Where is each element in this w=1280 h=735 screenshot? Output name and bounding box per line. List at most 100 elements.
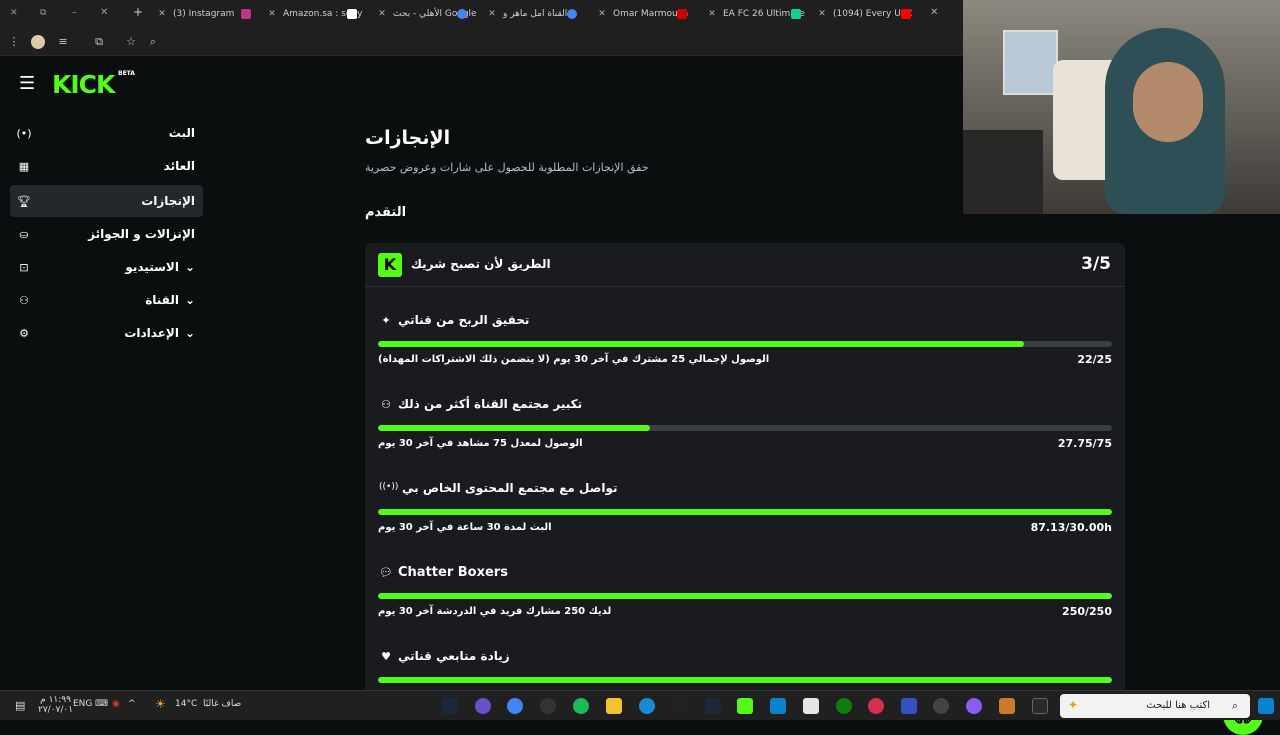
futbin-icon: [791, 9, 801, 19]
weather-temp[interactable]: 14°C: [175, 699, 197, 709]
sidebar-item-drops[interactable]: ⛀ الإنزالات و الجوائز: [10, 218, 203, 250]
task-view-icon[interactable]: [1032, 698, 1048, 714]
trophy-icon: 🏆︎: [17, 194, 31, 208]
app-icon[interactable]: [475, 698, 491, 714]
instagram-icon: [241, 9, 251, 19]
kick-app-icon[interactable]: [737, 698, 753, 714]
progress-heading: التقدم: [365, 205, 407, 220]
close-icon[interactable]: ✕: [817, 9, 827, 19]
close-icon[interactable]: ✕: [157, 9, 167, 19]
tab-ea-fc[interactable]: ✕ EA FC 26 Ultimate: [707, 4, 811, 24]
close-icon[interactable]: ✕: [267, 9, 277, 19]
store-icon[interactable]: [803, 698, 819, 714]
tab-search-icon[interactable]: ⧉: [40, 8, 46, 18]
sidebar-item-label: الإنجازات: [141, 194, 195, 208]
notification-icon[interactable]: ▤: [15, 699, 25, 712]
sidebar-item-studio-label: الاستيديو ⌄: [125, 260, 195, 274]
menu-dots-icon[interactable]: ⋮: [6, 34, 22, 50]
tab-google-search[interactable]: ✕ الأهلي - بحث Google: [377, 4, 477, 24]
chrome-icon[interactable]: [507, 698, 523, 714]
close-tab-icon[interactable]: ✕: [100, 7, 108, 18]
chat-icon: 💬︎: [379, 566, 393, 579]
close-icon[interactable]: ✕: [930, 7, 938, 18]
sidebar-item-channel-label: القناة ⌄: [145, 293, 195, 307]
chevron-down-icon: ⌄: [184, 260, 195, 274]
spotify-icon[interactable]: [573, 698, 589, 714]
sparkle-icon: ✦: [381, 314, 391, 327]
clock[interactable]: ١١:٩٩ م ٢٧/٠٧/٠١: [38, 695, 73, 715]
language-indicator[interactable]: ENG: [73, 699, 92, 709]
google-icon: [567, 9, 577, 19]
settings-app-icon[interactable]: [933, 698, 949, 714]
card-header[interactable]: K الطريق لأن تصبح شريك 3/5: [365, 243, 1125, 287]
hamburger-menu-icon[interactable]: ☰: [19, 73, 35, 94]
obs-icon[interactable]: [540, 698, 556, 714]
windows-taskbar: ▤ ١١:٩٩ م ٢٧/٠٧/٠١ ENG ⌨ ◉ ^ ☀ 14°C صاف …: [0, 690, 1280, 720]
close-icon[interactable]: ✕: [707, 9, 717, 19]
network-icon[interactable]: ⌨: [95, 699, 108, 709]
page-title: الإنجازات: [365, 127, 451, 149]
game-app-icon[interactable]: [999, 698, 1015, 714]
tab-omar-marmoush[interactable]: ✕ Omar Marmoush: [597, 4, 697, 24]
heart-icon: ♥: [381, 650, 391, 663]
achievement-item: ✦ تحقيق الربح من قناتي الوصول لإجمالي 25…: [365, 313, 1125, 397]
youtube-icon: [901, 9, 911, 19]
close-icon[interactable]: ✕: [377, 9, 387, 19]
kick-k-icon: K: [378, 253, 402, 277]
mail-icon[interactable]: [770, 698, 786, 714]
zoom-icon[interactable]: ⌕: [145, 34, 161, 50]
chevron-down-icon: ⌄: [184, 326, 195, 340]
tab-instagram[interactable]: ✕ (3) Instagram: [157, 4, 261, 24]
channel-icon: ⚇: [19, 293, 29, 307]
start-windows-icon[interactable]: [1258, 698, 1274, 714]
partner-path-card: K الطريق لأن تصبح شريك 3/5 ✦ تحقيق الربح…: [365, 243, 1125, 703]
chevron-down-icon: ⌄: [184, 293, 195, 307]
copilot-icon[interactable]: [966, 698, 982, 714]
beta-badge: BETA: [118, 70, 135, 77]
achievement-desc: البث لمدة 30 ساعة في آخر 30 يوم: [378, 522, 552, 533]
sidebar-item-studio[interactable]: ⊡ الاستيديو ⌄: [10, 251, 203, 283]
edge-icon[interactable]: [639, 698, 655, 714]
clock-date: ٢٧/٠٧/٠١: [38, 705, 74, 715]
search-icon: ⌕: [1231, 699, 1238, 712]
sidebar-item-revenue[interactable]: ▦ العائد: [10, 150, 203, 182]
achievement-title: زيادة متابعي قناتي: [398, 649, 510, 663]
app-red-icon[interactable]: [868, 698, 884, 714]
tray-chevron-icon[interactable]: ^: [128, 699, 136, 709]
weather-text[interactable]: صاف غالبًا: [203, 699, 241, 709]
kick-logo[interactable]: KICK: [52, 70, 115, 99]
app-blue-icon[interactable]: [901, 698, 917, 714]
google-icon: [457, 9, 467, 19]
new-tab-icon[interactable]: +: [133, 5, 143, 19]
file-explorer-icon[interactable]: [606, 698, 622, 714]
terminal-icon[interactable]: [672, 698, 688, 714]
extensions-icon[interactable]: ⧉: [91, 34, 107, 50]
steam-icon[interactable]: [442, 698, 458, 714]
close-icon[interactable]: ✕: [487, 9, 497, 19]
close-icon[interactable]: ✕: [597, 9, 607, 19]
minimize-icon[interactable]: –: [72, 7, 77, 18]
tab-label: القناة امل ماهر و...: [503, 9, 576, 19]
profile-avatar[interactable]: [31, 35, 45, 49]
bookmark-star-icon[interactable]: ☆: [123, 34, 139, 50]
sidebar-item-settings[interactable]: ⚙ الإعدادات ⌄: [10, 317, 203, 349]
sidebar-item-achievements[interactable]: 🏆︎ الإنجازات: [10, 185, 203, 217]
drops-icon: ⛀: [19, 227, 29, 241]
tune-icon[interactable]: ≡: [55, 34, 71, 50]
progress-bar: [378, 509, 1112, 515]
tab-channel[interactable]: ✕ القناة امل ماهر و...: [487, 4, 587, 24]
taskbar-search-input[interactable]: ✦ اكتب هنا للبحث ⌕: [1060, 694, 1250, 718]
progress-fill: [378, 341, 1024, 347]
sidebar-item-channel[interactable]: ⚇ القناة ⌄: [10, 284, 203, 316]
tab-amazon[interactable]: ✕ Amazon.sa : sony: [267, 4, 367, 24]
sidebar-item-broadcast[interactable]: (•) البث: [10, 117, 203, 149]
achievement-desc: الوصول لمعدل 75 مشاهد في آخر 30 يوم: [378, 438, 583, 449]
amazon-icon: [347, 9, 357, 19]
tab-youtube[interactable]: ✕ (1094) Every UFC: [817, 4, 921, 24]
steam-icon-2[interactable]: [705, 698, 721, 714]
achievement-item: ⚇ تكبير مجتمع القناة أكثر من ذلك الوصول …: [365, 397, 1125, 481]
window-menu-icon[interactable]: ✕: [10, 8, 18, 18]
broadcast-icon: (•): [16, 126, 32, 140]
xbox-icon[interactable]: [836, 698, 852, 714]
volume-icon[interactable]: ◉: [112, 699, 120, 709]
